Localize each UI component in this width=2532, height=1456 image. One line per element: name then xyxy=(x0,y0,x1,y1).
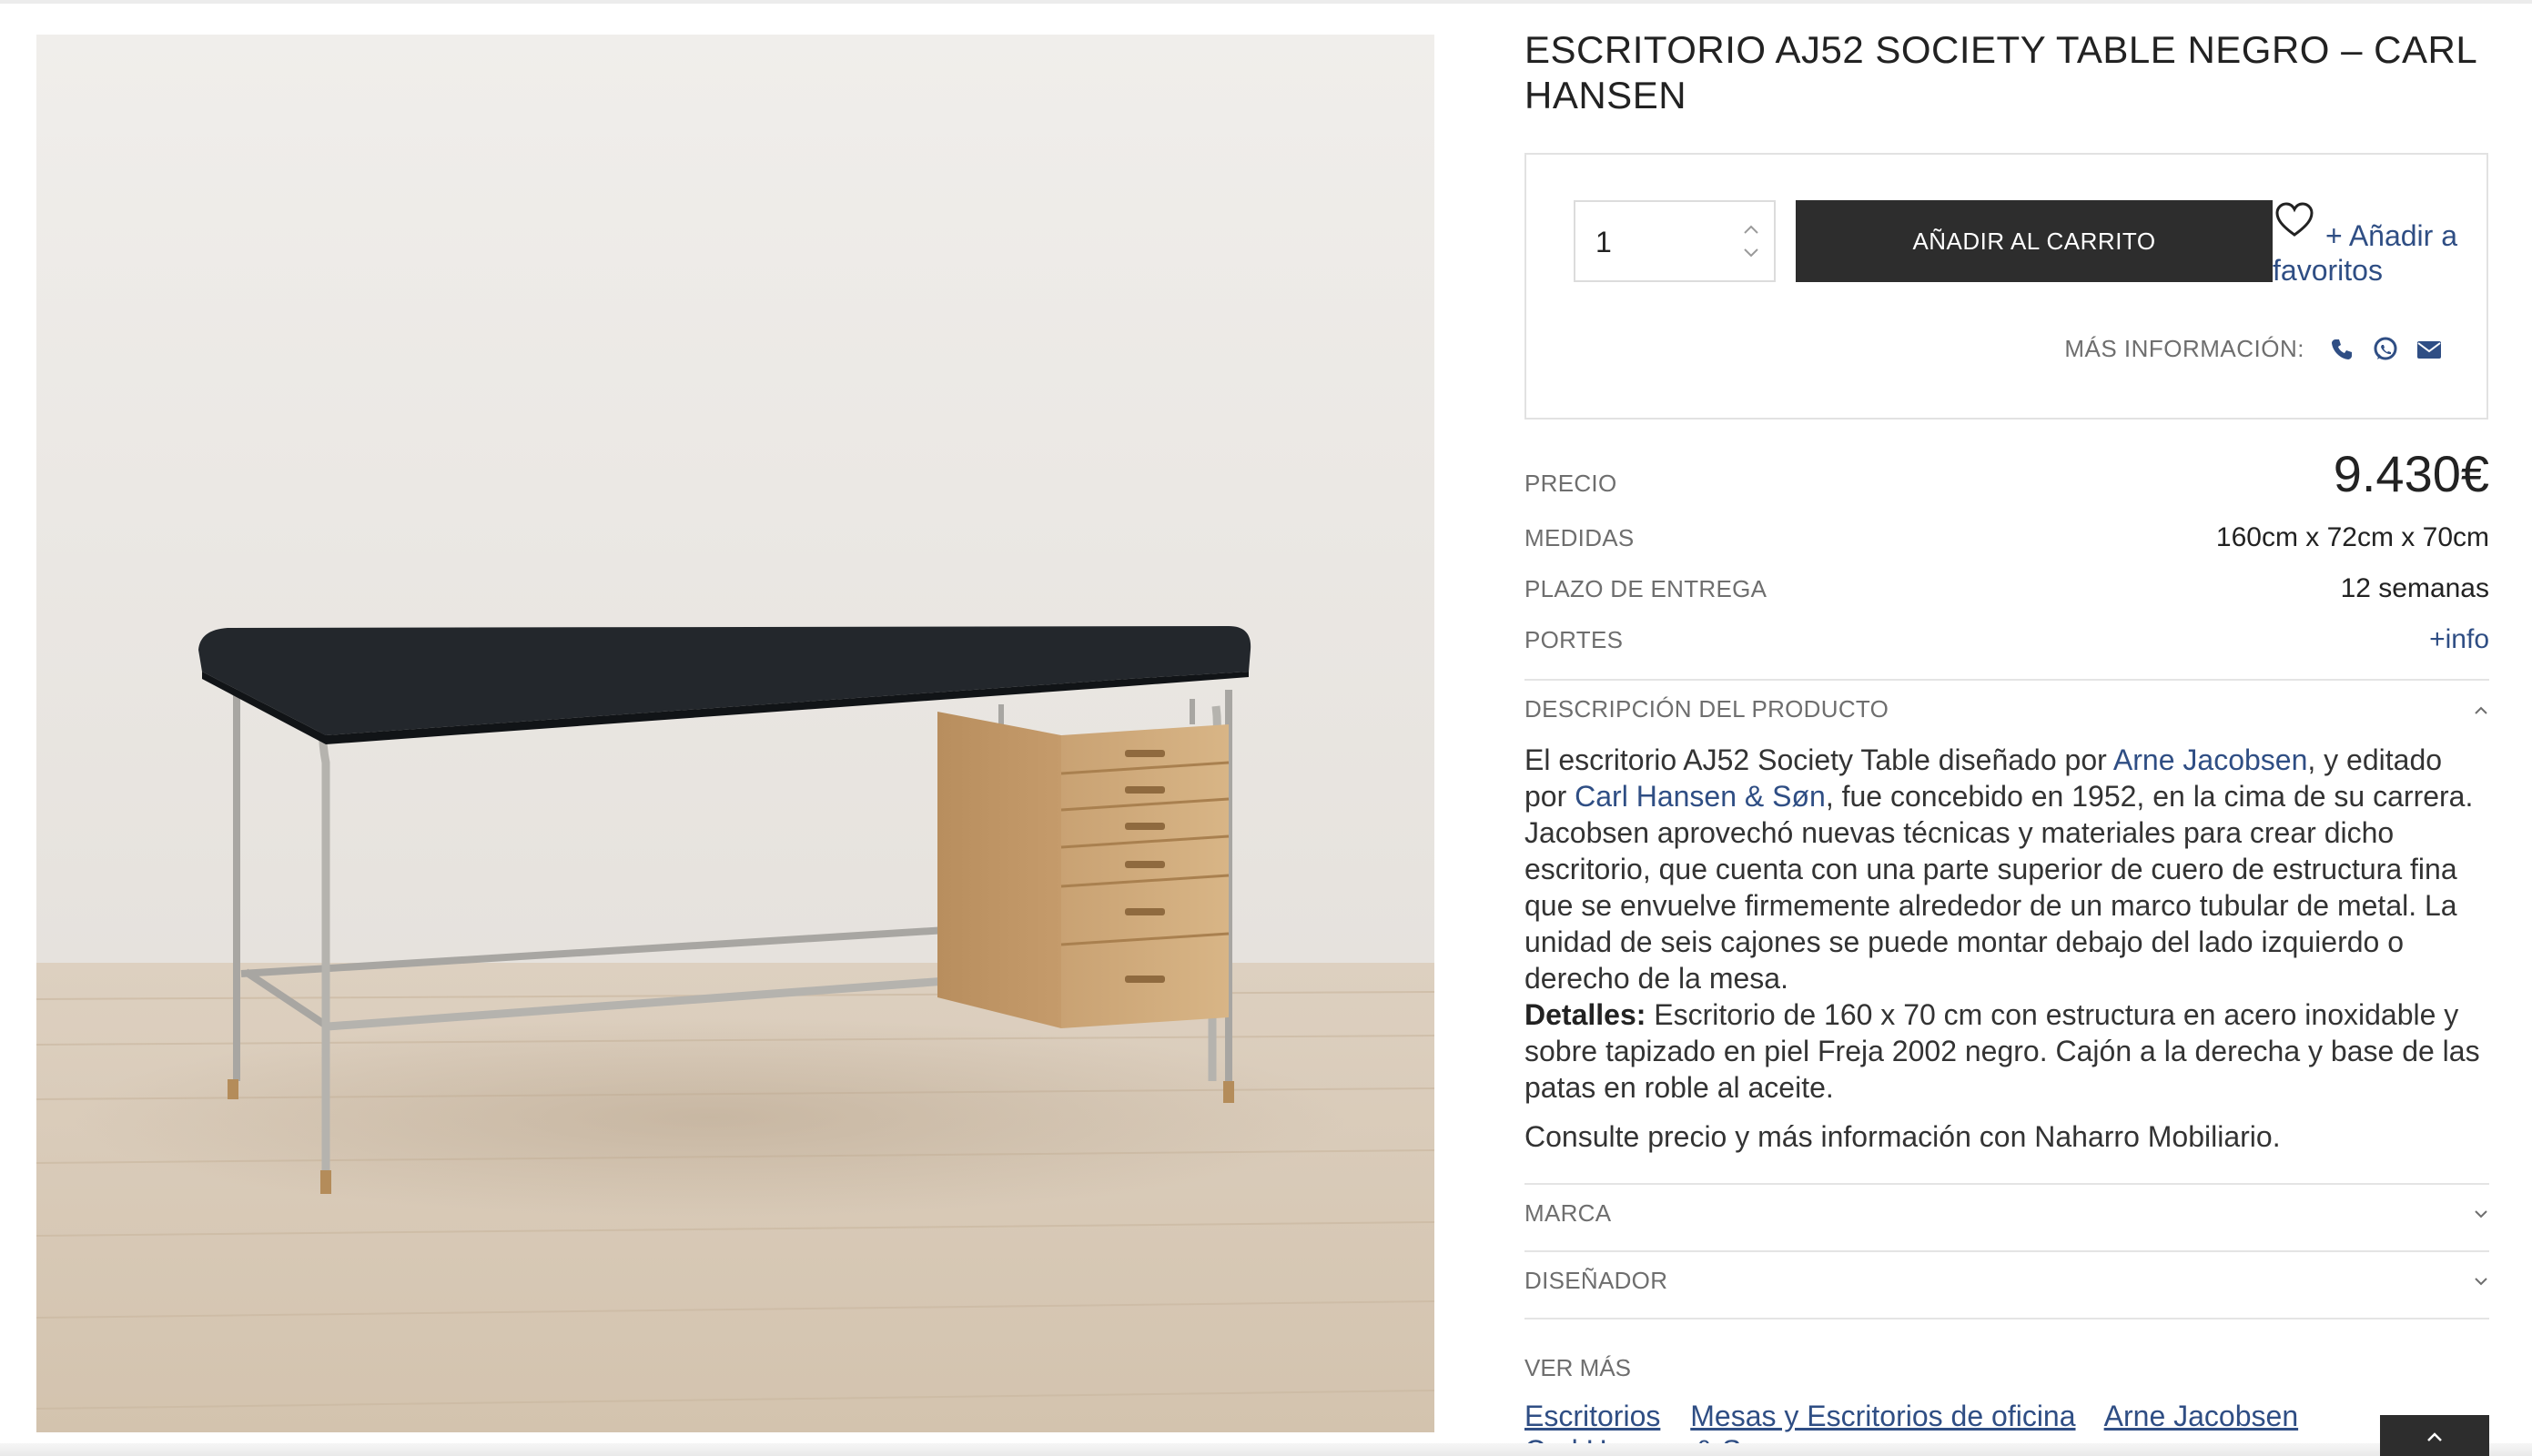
divider xyxy=(1524,679,2489,681)
shipping-row: PORTES +info xyxy=(1524,624,2489,655)
desk-photo xyxy=(36,35,1434,1432)
details-label: Detalles: xyxy=(1524,998,1646,1031)
quantity-value: 1 xyxy=(1595,226,1612,258)
brand-heading: MARCA xyxy=(1524,1199,1612,1227)
whatsapp-icon[interactable] xyxy=(2372,336,2399,363)
product-title: ESCRITORIO AJ52 SOCIETY TABLE NEGRO – CA… xyxy=(1524,28,2476,116)
phone-icon[interactable] xyxy=(2328,336,2355,363)
brand-toggle[interactable]: MARCA xyxy=(1524,1199,2489,1228)
scroll-to-top-button[interactable] xyxy=(2380,1415,2489,1456)
price-row: PRECIO 9.430€ xyxy=(1524,444,2489,503)
description-body: El escritorio AJ52 Society Table diseñad… xyxy=(1524,742,2489,1155)
designer-heading: DISEÑADOR xyxy=(1524,1267,1668,1294)
consult-text: Consulte precio y más información con Na… xyxy=(1524,1120,2281,1153)
more-info-row: MÁS INFORMACIÓN: xyxy=(2064,335,2443,363)
details-text: Escritorio de 160 x 70 cm con estructura… xyxy=(1524,998,2480,1104)
stepper-arrows-icon[interactable] xyxy=(1741,220,1761,264)
tag-link[interactable]: Mesas y Escritorios de oficina xyxy=(1690,1400,2075,1432)
heart-icon[interactable] xyxy=(2274,202,2314,238)
delivery-row: PLAZO DE ENTREGA 12 semanas xyxy=(1524,573,2489,604)
more-info-label: MÁS INFORMACIÓN: xyxy=(2064,335,2304,362)
see-more-label: VER MÁS xyxy=(1524,1354,1632,1381)
designer-link[interactable]: Arne Jacobsen xyxy=(2113,743,2307,776)
tag-link[interactable]: Arne Jacobsen xyxy=(2104,1400,2298,1432)
product-image[interactable] xyxy=(36,35,1434,1432)
designer-toggle[interactable]: DISEÑADOR xyxy=(1524,1267,2489,1295)
envelope-icon[interactable] xyxy=(2416,336,2443,363)
divider xyxy=(1524,1183,2489,1185)
shipping-label: PORTES xyxy=(1524,626,1624,653)
size-label: MEDIDAS xyxy=(1524,524,1635,551)
description-toggle[interactable]: DESCRIPCIÓN DEL PRODUCTO xyxy=(1524,695,2489,723)
bottom-bar xyxy=(0,1443,2532,1456)
tag-link[interactable]: Escritorios xyxy=(1524,1400,1660,1432)
shipping-info-link[interactable]: +info xyxy=(2429,624,2489,655)
product-info: ESCRITORIO AJ52 SOCIETY TABLE NEGRO – CA… xyxy=(1524,0,2489,1456)
add-to-cart-button[interactable]: AÑADIR AL CARRITO xyxy=(1796,200,2273,282)
chevron-up-icon xyxy=(2427,1432,2442,1441)
chevron-down-icon[interactable] xyxy=(2473,1208,2489,1219)
description-heading: DESCRIPCIÓN DEL PRODUCTO xyxy=(1524,695,1889,723)
brand-link[interactable]: Carl Hansen & Søn xyxy=(1575,780,1826,813)
delivery-label: PLAZO DE ENTREGA xyxy=(1524,575,1767,602)
divider xyxy=(1524,1318,2489,1320)
purchase-box: 1 AÑADIR AL CARRITO + Añadir a favoritos… xyxy=(1524,153,2488,420)
price-value: 9.430€ xyxy=(2333,445,2489,502)
chevron-up-icon[interactable] xyxy=(2473,704,2489,715)
size-value: 160cm x 72cm x 70cm xyxy=(2215,522,2489,552)
chevron-down-icon[interactable] xyxy=(2473,1276,2489,1287)
price-label: PRECIO xyxy=(1524,470,1617,497)
divider xyxy=(1524,1250,2489,1252)
quantity-stepper[interactable]: 1 xyxy=(1574,200,1776,282)
description-paragraph: El escritorio AJ52 Society Table diseñad… xyxy=(1524,743,2480,1104)
product-page: ESCRITORIO AJ52 SOCIETY TABLE NEGRO – CA… xyxy=(0,0,2532,1456)
size-row: MEDIDAS 160cm x 72cm x 70cm xyxy=(1524,522,2489,553)
delivery-value: 12 semanas xyxy=(2340,573,2489,603)
add-favorites-link[interactable]: + Añadir a favoritos xyxy=(2273,202,2482,288)
